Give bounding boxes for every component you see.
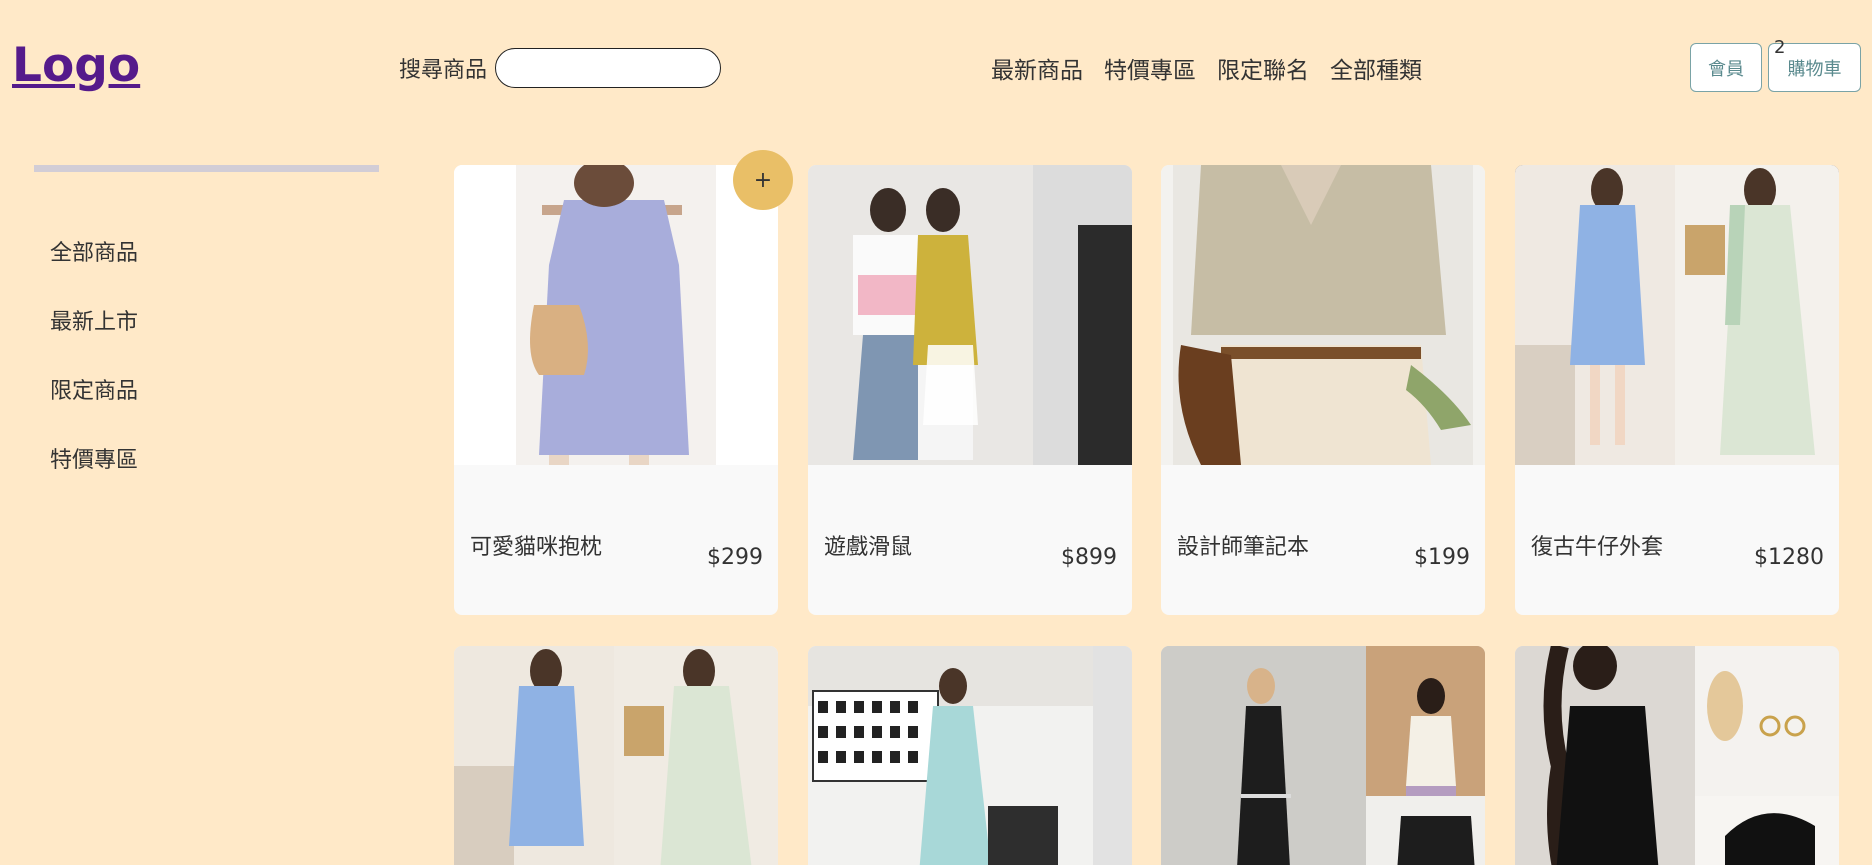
product-card[interactable]: 設計師筆記本 $199 [1161, 165, 1485, 615]
product-card[interactable] [454, 646, 778, 865]
product-price: $1280 [1754, 545, 1824, 570]
cart-count-badge: 2 [1774, 37, 1786, 58]
nav-latest-products[interactable]: 最新商品 [991, 51, 1083, 85]
product-image [1161, 646, 1485, 865]
product-card[interactable] [1161, 646, 1485, 865]
main-nav: 最新商品 特價專區 限定聯名 全部種類 [991, 51, 1422, 85]
product-card[interactable] [808, 646, 1132, 865]
logo-link[interactable]: Logo [12, 38, 140, 93]
search-label: 搜尋商品 [399, 58, 488, 83]
product-image [1515, 646, 1839, 865]
member-button[interactable]: 會員 [1690, 43, 1762, 92]
product-image [454, 165, 778, 465]
product-card[interactable]: 復古牛仔外套 $1280 [1515, 165, 1839, 615]
product-card[interactable]: 可愛貓咪抱枕 $299 [454, 165, 778, 615]
sidebar-menu: 全部商品 最新上市 限定商品 特價專區 [50, 235, 138, 511]
product-card[interactable]: 遊戲滑鼠 $899 [808, 165, 1132, 615]
product-price: $299 [707, 545, 763, 570]
product-name: 設計師筆記本 [1177, 535, 1310, 560]
sidebar-item-all-products[interactable]: 全部商品 [50, 235, 138, 304]
product-image [808, 165, 1132, 465]
nav-all-categories[interactable]: 全部種類 [1330, 51, 1422, 85]
sidebar-item-limited[interactable]: 限定商品 [50, 373, 138, 442]
sidebar-item-sale[interactable]: 特價專區 [50, 442, 138, 511]
sidebar-item-new-arrivals[interactable]: 最新上市 [50, 304, 138, 373]
sidebar-divider [34, 165, 379, 172]
product-price: $899 [1061, 545, 1117, 570]
product-name: 可愛貓咪抱枕 [470, 535, 603, 560]
search-input[interactable] [495, 48, 722, 88]
product-image [454, 646, 778, 865]
product-name: 復古牛仔外套 [1531, 535, 1664, 560]
product-image [1161, 165, 1485, 465]
product-card[interactable] [1515, 646, 1839, 865]
product-name: 遊戲滑鼠 [824, 535, 913, 560]
product-image [1515, 165, 1839, 465]
add-to-cart-button[interactable]: + [733, 150, 793, 210]
product-image [808, 646, 1132, 865]
product-price: $199 [1414, 545, 1470, 570]
nav-limited-collab[interactable]: 限定聯名 [1217, 51, 1309, 85]
nav-special-offers[interactable]: 特價專區 [1104, 51, 1196, 85]
search-bar: 搜尋商品 [399, 48, 722, 88]
